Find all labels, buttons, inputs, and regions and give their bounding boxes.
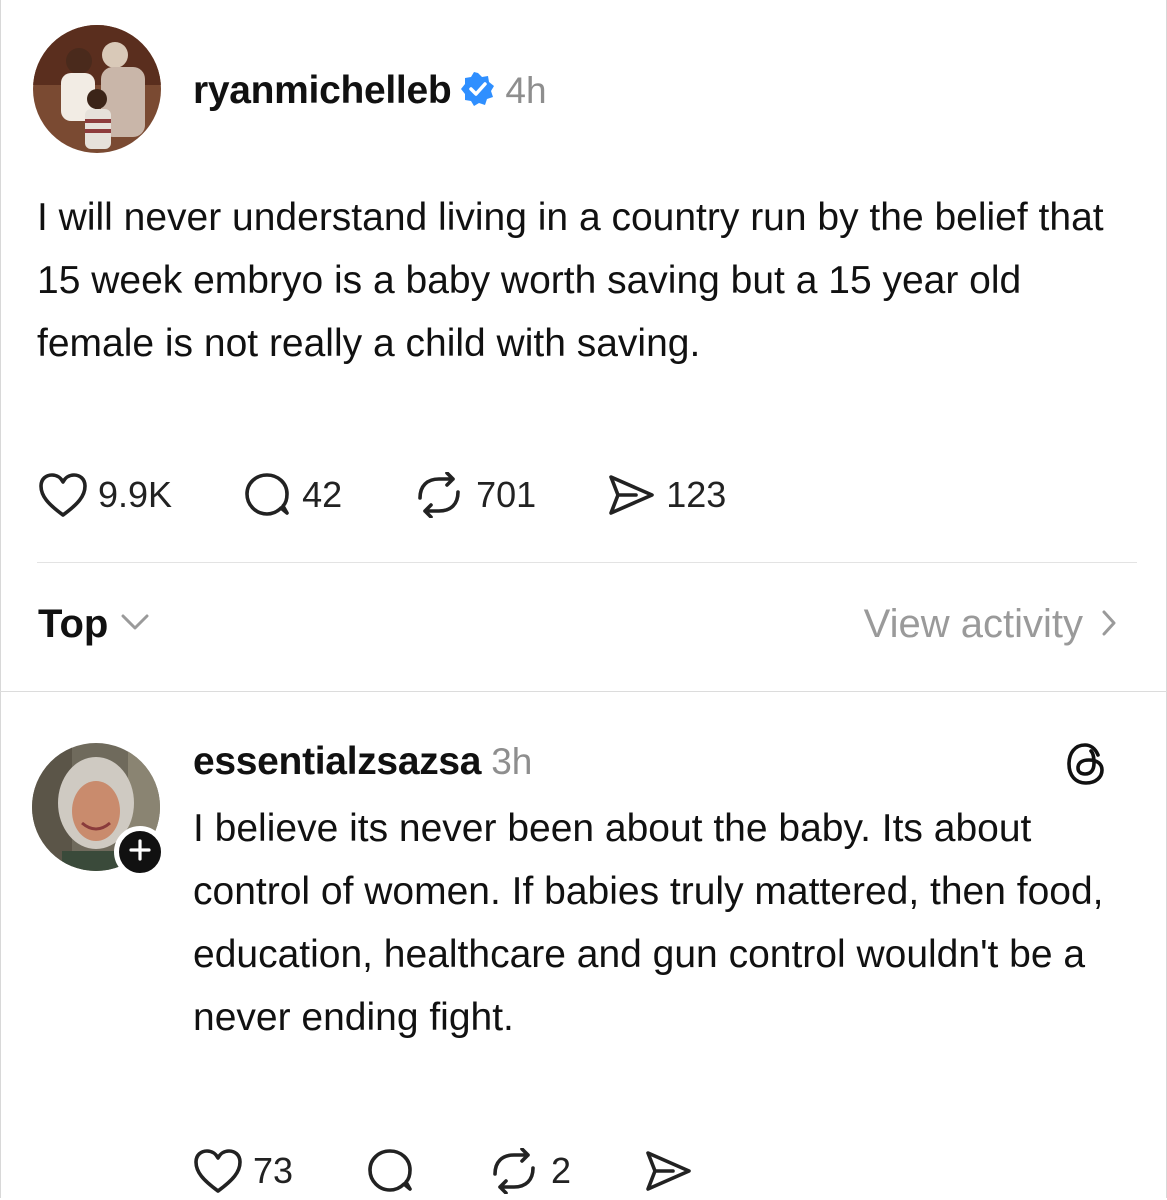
section-divider [0, 691, 1167, 692]
share-icon [606, 472, 656, 518]
share-icon [643, 1148, 693, 1194]
post-text: I will never understand living in a coun… [37, 196, 1104, 365]
sort-dropdown[interactable]: Top [38, 602, 150, 647]
avatar[interactable] [33, 25, 161, 153]
heart-icon [193, 1148, 243, 1194]
reply-header: essentialzsazsa 3h [193, 740, 532, 784]
plus-icon [129, 838, 151, 866]
comment-icon [242, 470, 292, 520]
reply-count: 42 [302, 474, 343, 515]
heart-icon [38, 472, 88, 518]
post-username[interactable]: ryanmichelleb [193, 69, 452, 113]
post-timestamp: 4h [505, 70, 547, 111]
reply-repost-button[interactable]: 2 [487, 1148, 571, 1194]
repost-icon [487, 1148, 541, 1194]
like-count: 9.9K [98, 474, 173, 515]
reply-share-button[interactable] [643, 1148, 693, 1194]
reply-actions: 73 2 [193, 1146, 693, 1196]
reply-repost-count: 2 [551, 1150, 572, 1191]
comment-icon [365, 1146, 415, 1196]
view-activity-label: View activity [863, 602, 1083, 646]
reply-button[interactable]: 42 [242, 470, 342, 520]
reply-username[interactable]: essentialzsazsa [193, 740, 482, 784]
like-button[interactable]: 9.9K [38, 472, 172, 518]
share-count: 123 [666, 474, 727, 515]
repost-button[interactable]: 701 [412, 472, 536, 518]
repost-icon [412, 472, 466, 518]
divider [37, 562, 1137, 563]
threads-logo-icon[interactable] [1065, 741, 1107, 792]
view-activity-link[interactable]: View activity [864, 602, 1117, 647]
reply-timestamp: 3h [491, 741, 533, 782]
share-button[interactable]: 123 [606, 472, 726, 518]
reply-text: I believe its never been about the baby.… [193, 807, 1104, 1039]
verified-badge-icon [461, 71, 495, 111]
reply-like-button[interactable]: 73 [193, 1148, 293, 1194]
reply-comment-button[interactable] [365, 1146, 415, 1196]
follow-button[interactable] [114, 826, 166, 878]
chevron-right-icon [1101, 602, 1117, 647]
post-header: ryanmichelleb 4h [193, 66, 547, 116]
chevron-down-icon [120, 612, 150, 637]
post-actions: 9.9K 42 701 123 [38, 470, 726, 520]
repost-count: 701 [476, 474, 537, 515]
reply-like-count: 73 [253, 1150, 294, 1191]
sort-label: Top [38, 602, 109, 646]
